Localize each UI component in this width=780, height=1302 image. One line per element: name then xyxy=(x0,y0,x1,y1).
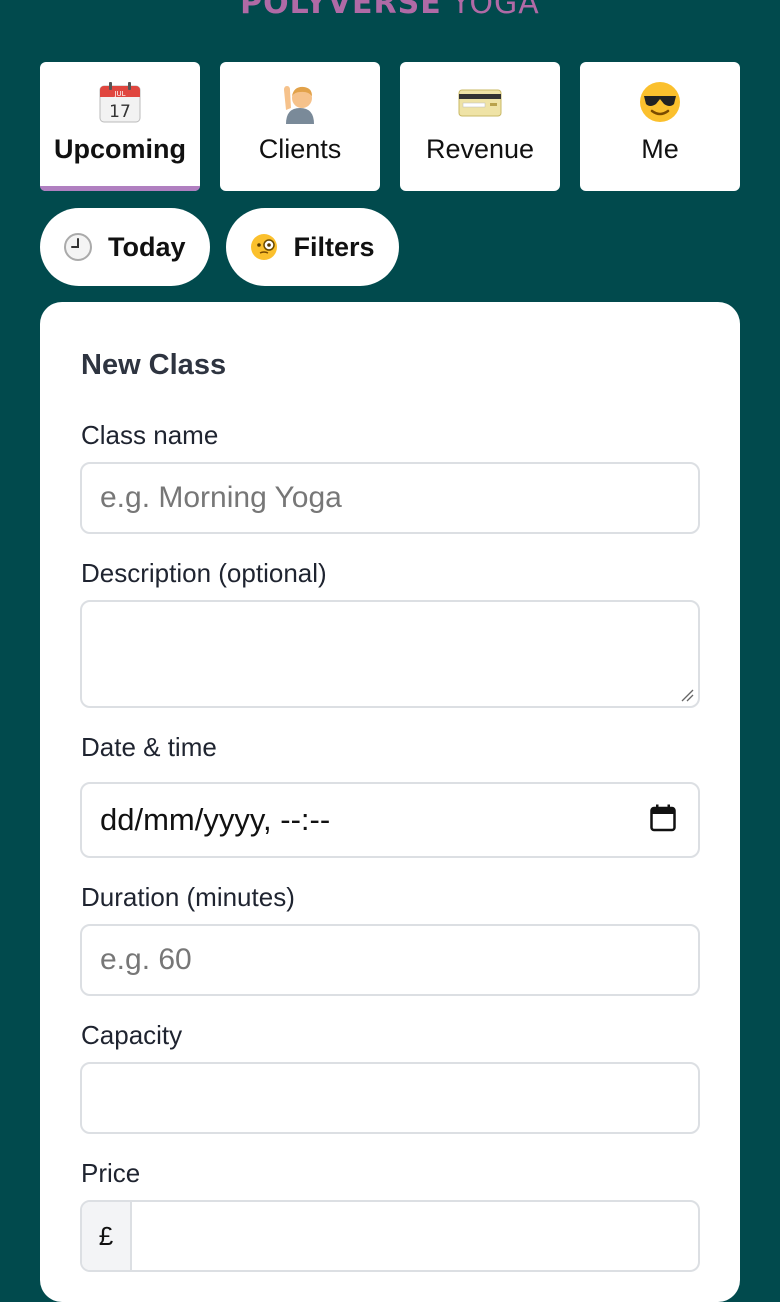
filters-button[interactable]: Filters xyxy=(225,208,399,286)
sunglasses-face-icon xyxy=(580,80,740,124)
datetime-input[interactable]: dd/mm/yyyy, --:-- xyxy=(80,782,700,858)
today-button[interactable]: Today xyxy=(40,208,210,286)
svg-text:JUL: JUL xyxy=(113,90,125,98)
datetime-value: dd/mm/yyyy, --:-- xyxy=(100,802,331,837)
filters-label: Filters xyxy=(293,231,375,262)
main-tabs: JUL 17 Upcoming Clients Revenue Me xyxy=(40,62,740,191)
svg-text:17: 17 xyxy=(109,102,131,122)
tab-label: Me xyxy=(641,134,679,164)
tab-clients[interactable]: Clients xyxy=(220,62,380,191)
credit-card-icon xyxy=(400,80,560,124)
clock-icon xyxy=(62,231,94,263)
duration-label: Duration (minutes) xyxy=(81,882,295,912)
capacity-input[interactable] xyxy=(80,1062,700,1134)
class-name-input[interactable]: e.g. Morning Yoga xyxy=(80,462,700,534)
description-label: Description (optional) xyxy=(81,558,327,588)
tab-label: Clients xyxy=(258,134,342,164)
duration-placeholder: e.g. 60 xyxy=(100,943,192,976)
tab-me[interactable]: Me xyxy=(580,62,740,191)
price-input-group[interactable]: £ xyxy=(80,1200,700,1272)
class-name-placeholder: e.g. Morning Yoga xyxy=(100,481,342,514)
currency-symbol: £ xyxy=(82,1202,132,1270)
tab-label: Upcoming xyxy=(54,134,186,164)
datetime-label: Date & time xyxy=(81,732,217,762)
capacity-label: Capacity xyxy=(81,1020,183,1050)
tab-revenue[interactable]: Revenue xyxy=(400,62,560,191)
new-class-form: New Class Class name e.g. Morning Yoga D… xyxy=(40,302,740,1302)
duration-input[interactable]: e.g. 60 xyxy=(80,924,700,996)
monocle-face-icon xyxy=(248,231,280,263)
price-label: Price xyxy=(81,1158,141,1188)
brand-logo: POLYVERSE YOGA xyxy=(0,0,780,22)
calendar-picker-icon[interactable] xyxy=(650,804,676,832)
tab-label: Revenue xyxy=(425,134,535,164)
person-raising-hand-icon xyxy=(220,80,380,124)
class-name-label: Class name xyxy=(81,420,219,450)
today-label: Today xyxy=(108,231,186,262)
resize-handle-icon[interactable] xyxy=(680,688,694,702)
form-title: New Class xyxy=(81,349,227,381)
quick-filters: Today Filters xyxy=(40,208,399,286)
tab-upcoming[interactable]: JUL 17 Upcoming xyxy=(40,62,200,191)
brand-name-primary: POLYVERSE xyxy=(240,0,442,21)
description-textarea[interactable] xyxy=(80,600,700,708)
calendar-icon: JUL 17 xyxy=(40,80,200,124)
brand-name-secondary: YOGA xyxy=(451,0,540,21)
